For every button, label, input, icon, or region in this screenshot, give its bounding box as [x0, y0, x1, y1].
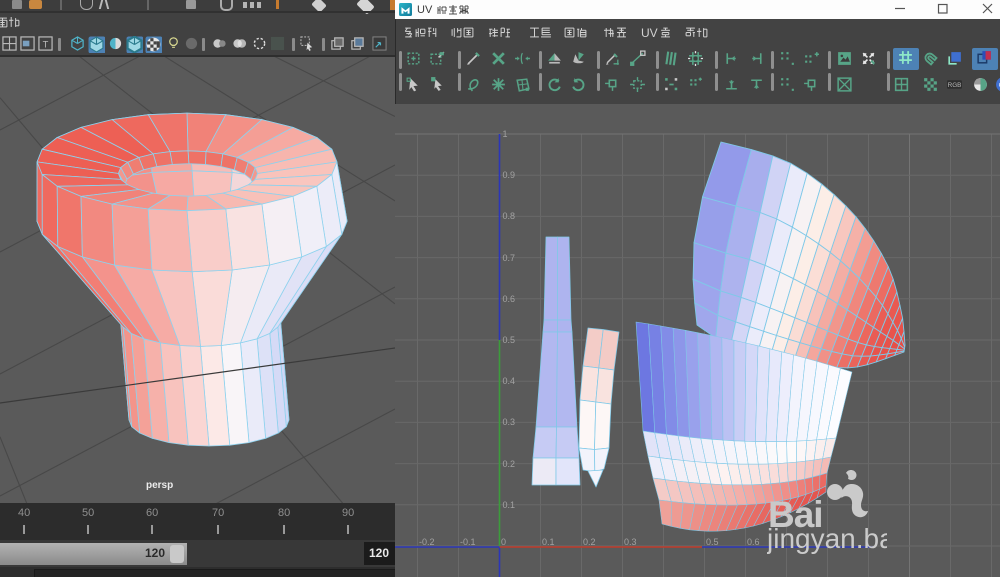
- svg-text:0.8: 0.8: [503, 211, 516, 221]
- svg-text:0.5: 0.5: [503, 335, 516, 345]
- svg-text:0.6: 0.6: [503, 294, 516, 304]
- svg-text:0.1: 0.1: [503, 500, 516, 510]
- svg-text:T: T: [43, 39, 49, 49]
- svg-text:1: 1: [503, 129, 508, 139]
- svg-text:0.9: 0.9: [503, 170, 516, 180]
- svg-text:0.2: 0.2: [583, 537, 596, 547]
- svg-text:0: 0: [501, 537, 506, 547]
- svg-text:0.6: 0.6: [747, 537, 760, 547]
- svg-text:0.7: 0.7: [503, 253, 516, 263]
- svg-text:-0.2: -0.2: [419, 537, 435, 547]
- svg-text:0.5: 0.5: [706, 537, 719, 547]
- svg-text:0.2: 0.2: [503, 459, 516, 469]
- svg-text:RGB: RGB: [948, 82, 962, 89]
- svg-text:0.1: 0.1: [542, 537, 555, 547]
- svg-text:0.4: 0.4: [503, 376, 516, 386]
- svg-text:0.3: 0.3: [624, 537, 637, 547]
- svg-text:-0.1: -0.1: [460, 537, 476, 547]
- svg-text:0.3: 0.3: [503, 417, 516, 427]
